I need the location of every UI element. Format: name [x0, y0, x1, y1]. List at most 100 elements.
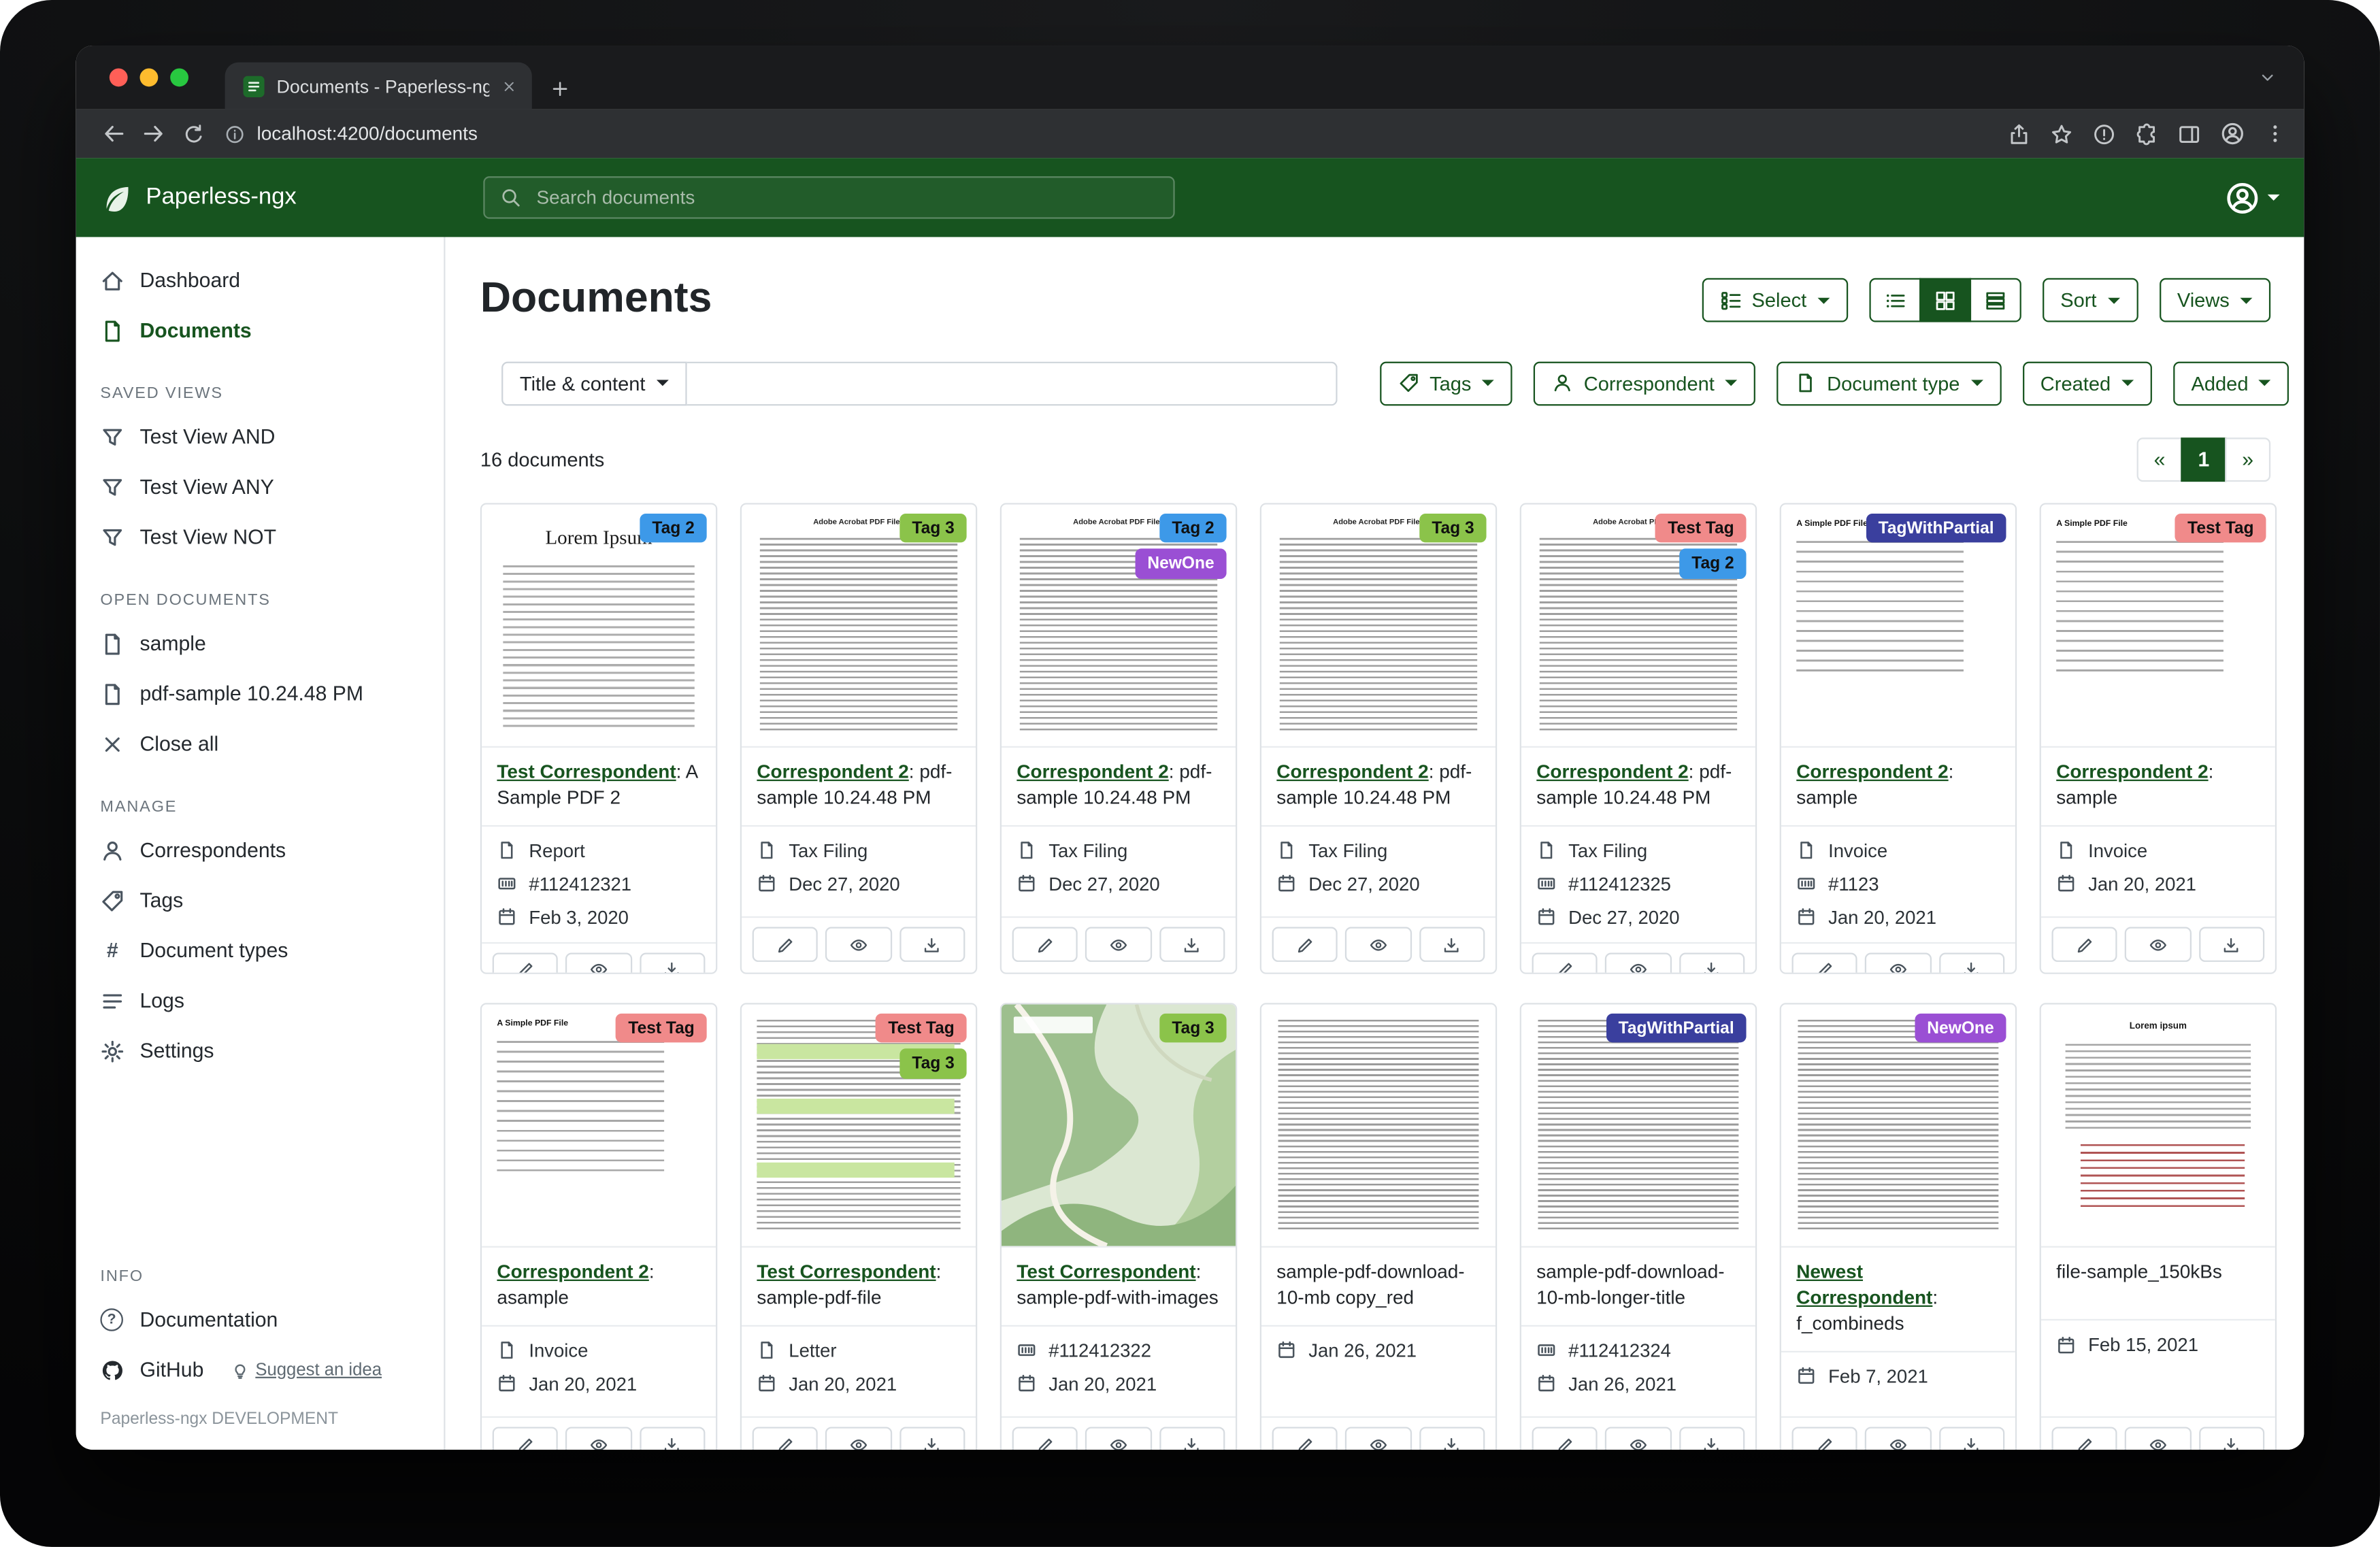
browser-profile-icon[interactable] [2220, 122, 2245, 146]
tag-chip[interactable]: Tag 3 [900, 1049, 967, 1078]
edit-button[interactable] [1012, 1427, 1078, 1450]
card-doctype-row[interactable]: Tax Filing [1017, 840, 1220, 861]
download-button[interactable] [1938, 952, 2004, 974]
card-correspondent-link[interactable]: Correspondent 2 [497, 1261, 648, 1282]
view-button[interactable] [826, 927, 892, 962]
card-correspondent-link[interactable]: Newest Correspondent [1796, 1261, 1932, 1308]
address-bar[interactable]: localhost:4200/documents [225, 123, 1989, 144]
edit-button[interactable] [2051, 927, 2117, 962]
card-correspondent-link[interactable]: Correspondent 2 [1796, 762, 1948, 783]
card-correspondent-link[interactable]: Correspondent 2 [2056, 762, 2208, 783]
edit-button[interactable] [753, 1427, 819, 1450]
download-button[interactable] [1159, 1427, 1225, 1450]
card-thumbnail[interactable]: TagWithPartial [1521, 1005, 1755, 1248]
back-button[interactable] [94, 116, 133, 152]
card-correspondent-link[interactable]: Correspondent 2 [1536, 762, 1688, 783]
card-thumbnail[interactable]: A Simple PDF File Test Tag [2041, 505, 2275, 748]
detail-view-button[interactable] [1969, 278, 2021, 322]
github-link[interactable]: GitHub [140, 1359, 204, 1382]
sidebar-item-logs[interactable]: Logs [76, 976, 444, 1026]
view-button[interactable] [566, 1427, 632, 1450]
card-doctype-row[interactable]: Invoice [1796, 840, 2000, 861]
download-button[interactable] [1679, 952, 1745, 974]
edit-button[interactable] [1272, 1427, 1338, 1450]
close-window-button[interactable] [110, 69, 128, 87]
filter-text-input[interactable] [687, 361, 1337, 405]
page-1-button[interactable]: 1 [2181, 438, 2226, 482]
download-button[interactable] [2198, 1427, 2264, 1450]
card-thumbnail[interactable]: Test TagTag 3 [742, 1005, 976, 1248]
card-doctype-row[interactable]: Report [497, 840, 700, 861]
suggest-idea-link[interactable]: Suggest an idea [231, 1361, 382, 1379]
reload-button[interactable] [173, 116, 213, 152]
download-button[interactable] [640, 1427, 706, 1450]
card-thumbnail[interactable]: A Simple PDF File TagWithPartial [1781, 505, 2015, 748]
bookmark-star-icon[interactable] [2050, 122, 2073, 146]
tag-chip[interactable]: Test Tag [616, 1014, 707, 1043]
sidebar-item-open-doc-pdf-sample[interactable]: pdf-sample 10.24.48 PM [76, 669, 444, 719]
download-button[interactable] [1419, 927, 1485, 962]
edit-button[interactable] [493, 1427, 559, 1450]
sort-button[interactable]: Sort [2042, 278, 2137, 322]
view-button[interactable] [1865, 952, 1931, 974]
user-menu[interactable] [2225, 180, 2279, 215]
edit-button[interactable] [1792, 1427, 1858, 1450]
card-thumbnail[interactable] [1261, 1005, 1495, 1248]
card-thumbnail[interactable]: Tag 3 [1002, 1005, 1236, 1248]
tag-chip[interactable]: Tag 3 [1419, 514, 1486, 543]
document-type-filter-button[interactable]: Document type [1776, 361, 2000, 405]
edit-button[interactable] [1532, 1427, 1598, 1450]
tag-chip[interactable]: Tag 2 [1159, 514, 1226, 543]
view-button[interactable] [826, 1427, 892, 1450]
view-button[interactable] [566, 952, 632, 974]
card-thumbnail[interactable]: Lorem ipsum [2041, 1005, 2275, 1248]
sidebar-item-saved-view-any[interactable]: Test View ANY [76, 462, 444, 512]
sidebar-item-documents[interactable]: Documents [76, 305, 444, 356]
card-thumbnail[interactable]: Lorem Ipsum Tag 2 [482, 505, 716, 748]
select-button[interactable]: Select [1702, 278, 1848, 322]
card-doctype-row[interactable]: Tax Filing [1276, 840, 1480, 861]
tags-filter-button[interactable]: Tags [1379, 361, 1512, 405]
view-button[interactable] [1865, 1427, 1931, 1450]
sidebar-item-settings[interactable]: Settings [76, 1026, 444, 1076]
card-doctype-row[interactable]: Letter [757, 1340, 960, 1361]
side-panel-icon[interactable] [2178, 122, 2201, 146]
card-correspondent-link[interactable]: Correspondent 2 [757, 762, 908, 783]
zoom-window-button[interactable] [170, 69, 188, 87]
view-button[interactable] [1086, 1427, 1152, 1450]
edit-button[interactable] [2051, 1427, 2117, 1450]
sidebar-item-saved-view-not[interactable]: Test View NOT [76, 512, 444, 563]
view-button[interactable] [1346, 927, 1412, 962]
download-button[interactable] [899, 927, 965, 962]
created-filter-button[interactable]: Created [2022, 361, 2151, 405]
card-thumbnail[interactable]: Adobe Acrobat PDF Files Tag 2NewOne [1002, 505, 1236, 748]
previous-page-button[interactable]: « [2137, 438, 2183, 482]
next-page-button[interactable]: » [2225, 438, 2270, 482]
tag-chip[interactable]: TagWithPartial [1606, 1014, 1747, 1043]
card-doctype-row[interactable]: Invoice [2056, 840, 2260, 861]
card-thumbnail[interactable]: NewOne [1781, 1005, 2015, 1248]
card-doctype-row[interactable]: Invoice [497, 1340, 700, 1361]
sidebar-item-open-doc-sample[interactable]: sample [76, 618, 444, 669]
minimize-window-button[interactable] [140, 69, 159, 87]
list-view-button[interactable] [1869, 278, 1921, 322]
view-button[interactable] [1606, 1427, 1672, 1450]
sidebar-item-document-types[interactable]: # Document types [76, 925, 444, 976]
correspondent-filter-button[interactable]: Correspondent [1534, 361, 1755, 405]
tag-chip[interactable]: Test Tag [1655, 514, 1746, 543]
extensions-icon[interactable] [2135, 122, 2158, 146]
card-thumbnail[interactable]: Adobe Acrobat PDF Files Tag 3 [1261, 505, 1495, 748]
download-button[interactable] [1159, 927, 1225, 962]
new-tab-button[interactable] [550, 79, 570, 99]
password-info-icon[interactable] [2093, 122, 2116, 146]
card-doctype-row[interactable]: Tax Filing [1536, 840, 1740, 861]
download-button[interactable] [1938, 1427, 2004, 1450]
browser-tab[interactable]: Documents - Paperless-ngx [225, 63, 532, 110]
card-correspondent-link[interactable]: Test Correspondent [1017, 1261, 1195, 1282]
tag-chip[interactable]: TagWithPartial [1866, 514, 2006, 543]
view-button[interactable] [1086, 927, 1152, 962]
card-correspondent-link[interactable]: Correspondent 2 [1276, 762, 1428, 783]
edit-button[interactable] [753, 927, 819, 962]
card-thumbnail[interactable]: Adobe Acrobat PDF Files Test TagTag 2 [1521, 505, 1755, 748]
tab-search-chevron-icon[interactable] [2258, 69, 2277, 87]
